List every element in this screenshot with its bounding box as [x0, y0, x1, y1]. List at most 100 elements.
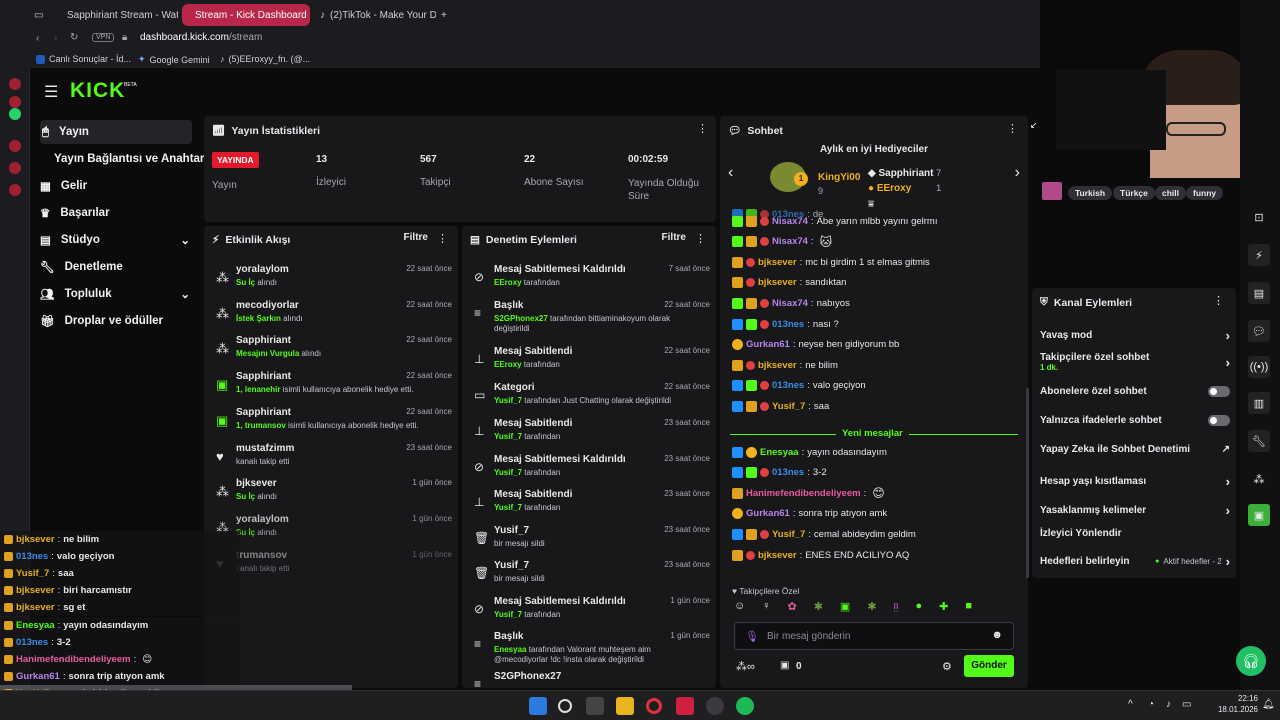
chat-username[interactable]: bjksever — [758, 550, 797, 561]
event-item[interactable]: ♥ mustafzimm kanalı takip etti 23 saat önce — [212, 443, 452, 477]
chat-message[interactable]: Nisax74: 🐱︎ — [732, 234, 832, 250]
moderation-item[interactable]: ≡ Başlık S2GPhonex27 tarafından bittiamina… — [470, 300, 710, 340]
notifications-icon[interactable]: 🔔︎ — [1262, 699, 1275, 710]
wifi-icon[interactable]: ◔ — [1148, 699, 1154, 710]
emote-icon[interactable]: ☺ — [734, 600, 745, 613]
chat-message[interactable]: bjksever: ne bilim — [732, 357, 838, 373]
clock-date[interactable]: 18.01.2026 — [1214, 705, 1258, 714]
forward-icon[interactable]: › — [54, 33, 57, 44]
explorer-icon[interactable] — [616, 697, 634, 715]
chat-username[interactable]: 013nes — [772, 319, 804, 330]
chat-message[interactable]: 013nes: valo geçiyon — [732, 378, 866, 394]
sidebar-item-gelir[interactable]: ▦ Gelir — [40, 174, 87, 198]
layout-icon[interactable]: ▥ — [1248, 392, 1270, 414]
more-icon[interactable]: ⋮ — [437, 232, 448, 245]
flash-icon[interactable]: ⚡︎ — [1248, 244, 1270, 266]
bookmark[interactable]: ✦ Google Gemini — [138, 54, 210, 65]
opera-icon[interactable] — [646, 698, 662, 714]
moderation-item[interactable]: ⊥ Mesaj Sabitlendi Yusif_7 tarafından 23 sa… — [470, 489, 710, 529]
sidebar-item-topluluk[interactable]: 👥︎ Topluluk ⌄ — [40, 282, 190, 306]
chat-message[interactable]: 013nes: nası ? — [732, 316, 839, 332]
chat-bubble-icon[interactable]: 💬︎ — [1248, 320, 1270, 342]
event-item[interactable]: ▣ Sapphiriant 1, lenanehir isimli kullanıc… — [212, 371, 452, 405]
tag-chip[interactable]: funny — [1186, 186, 1224, 200]
emote-icon[interactable]: ♀ — [762, 600, 770, 613]
send-button[interactable]: Gönder — [964, 655, 1014, 677]
chat-message[interactable]: Yusif_7: saa — [732, 398, 829, 414]
volume-icon[interactable]: ♪ — [1166, 699, 1171, 710]
moderation-item[interactable]: ⊘ Mesaj Sabitlemesi Kaldırıldı EEroxy tara… — [470, 264, 710, 304]
messenger-icon[interactable] — [9, 78, 21, 90]
toggle-switch[interactable] — [1208, 386, 1230, 397]
chat-message[interactable]: bjksever: sandıktan — [732, 275, 846, 291]
chat-message[interactable]: Gurkan61: neyse ben gidiyorum bb — [732, 337, 899, 353]
chat-username[interactable]: Nisax74 — [772, 216, 808, 227]
channel-action-control[interactable]: ↗ — [1222, 444, 1230, 455]
channel-action-item[interactable]: Yapay Zeka ile Sohbet Denetimi ↗ — [1040, 444, 1230, 455]
chat-message[interactable]: Yusif_7: cemal abideydim geldim — [732, 526, 916, 542]
more-icon[interactable]: ⋮ — [1213, 294, 1224, 307]
chat-username[interactable]: bjksever — [758, 277, 797, 288]
bookmark[interactable]: Canlı Sonuçlar - İd... — [36, 54, 131, 64]
browser-tab[interactable]: Sapphiriant Stream - Wat... — [54, 4, 178, 26]
moderation-item[interactable]: 🗑︎ Yusif_7 bir mesajı sildi 23 saat önce — [470, 560, 710, 600]
channel-action-control[interactable] — [1208, 386, 1230, 397]
chat-username[interactable]: Nisax74 — [772, 236, 808, 247]
sidebar-item-yayin[interactable]: 🖱︎ Yayın — [40, 120, 192, 144]
more-icon[interactable]: ⋮ — [1007, 122, 1018, 135]
next-arrow-icon[interactable]: › — [1015, 164, 1020, 182]
more-icon[interactable]: ⋮ — [695, 232, 706, 245]
moderation-item[interactable]: ⊘ Mesaj Sabitlemesi Kaldırıldı Yusif_7 tar… — [470, 454, 710, 494]
bookmark[interactable]: ♪ (5)EEroxyy_fn. (@... — [220, 54, 310, 64]
moderation-item[interactable]: ⊘ Mesaj Sabitlemesi Kaldırıldı Yusif_7 tar… — [470, 596, 710, 636]
chat-settings-icon[interactable]: ⚙ — [942, 660, 952, 673]
moderation-item[interactable]: ⊥ Mesaj Sabitlendi EEroxy tarafından 22 saa… — [470, 346, 710, 386]
chat-username[interactable]: 013nes — [772, 467, 804, 478]
obs-icon[interactable] — [706, 697, 724, 715]
app-icon[interactable] — [676, 697, 694, 715]
chat-username[interactable]: Gurkan61 — [746, 508, 790, 519]
spotify-icon[interactable] — [736, 697, 754, 715]
channel-action-control[interactable]: › — [1226, 355, 1230, 370]
channel-action-control[interactable]: › — [1226, 503, 1230, 518]
settings-icon[interactable] — [9, 184, 21, 196]
moderation-item[interactable]: ≡ S2GPhonex27 — [470, 671, 710, 688]
kick-app-icon[interactable]: ▣ — [1248, 504, 1270, 526]
emote-icon[interactable]: ᴉᴉ — [894, 600, 899, 613]
chat-message[interactable]: bjksever: ENES END ACILIYO AQ — [732, 547, 909, 563]
chat-message[interactable]: 013nes:3-2 — [732, 465, 827, 481]
toggle-switch[interactable] — [1208, 415, 1230, 426]
channel-action-item[interactable]: İzleyici Yönlendir — [1040, 528, 1230, 539]
chat-username[interactable]: bjksever — [758, 360, 797, 371]
chat-message[interactable]: bjksever: mc bi girdim 1 st elmas gitmis — [732, 254, 930, 270]
channel-action-item[interactable]: Hedefleri belirleyin ● Aktif hedefler - 2 › — [1040, 554, 1230, 569]
chat-username[interactable]: Yusif_7 — [772, 529, 805, 540]
tag-chip[interactable]: Turkish — [1068, 186, 1113, 200]
emote-icon[interactable]: ✚ — [939, 600, 948, 613]
users-icon[interactable]: ⁂ — [1248, 468, 1270, 490]
filter-button[interactable]: Filtre — [662, 232, 686, 243]
event-item[interactable]: ♥trumansovkanalı takip etti1 gün önce — [212, 550, 452, 584]
channel-action-control[interactable] — [1208, 415, 1230, 426]
browser-tab[interactable]: ♪ (2)TikTok - Make Your Day — [312, 4, 436, 26]
chat-username[interactable]: Gurkan61 — [746, 339, 790, 350]
pin-expand-icon[interactable]: ⩸ — [868, 199, 874, 210]
chat-message[interactable]: Gurkan61: sonra trip atıyon amk — [732, 506, 887, 522]
moderation-item[interactable]: 🗑︎ Yusif_7 bir mesajı sildi 23 saat önce — [470, 525, 710, 565]
sidebar-item-denetleme[interactable]: 🔧︎ Denetleme — [40, 255, 123, 279]
event-item[interactable]: ⁂ mecodiyorlar İstek Şarkın alındı 22 saat … — [212, 300, 452, 334]
kick-logo[interactable]: KICK — [70, 79, 125, 103]
telegram-icon[interactable] — [9, 96, 21, 108]
sidebar-item-stream-key[interactable]: Yayın Bağlantısı ve Anahtarı — [54, 147, 208, 171]
chat-scrollbar[interactable] — [1026, 388, 1029, 578]
clock-time[interactable]: 22:16 — [1220, 694, 1258, 703]
channel-action-control[interactable]: ● Aktif hedefler - 2 › — [1155, 554, 1230, 569]
filter-button[interactable]: Filtre — [404, 232, 428, 243]
emote-icon[interactable]: ✿ — [787, 600, 796, 613]
browser-tab-active[interactable]: Stream - Kick Dashboard — [182, 4, 310, 26]
channel-action-control[interactable]: › — [1226, 474, 1230, 489]
chat-username[interactable]: 013nes — [772, 380, 804, 391]
notes-icon[interactable]: ▤ — [1248, 282, 1270, 304]
new-tab-button[interactable]: + — [438, 4, 454, 26]
download-icon[interactable] — [9, 162, 21, 174]
